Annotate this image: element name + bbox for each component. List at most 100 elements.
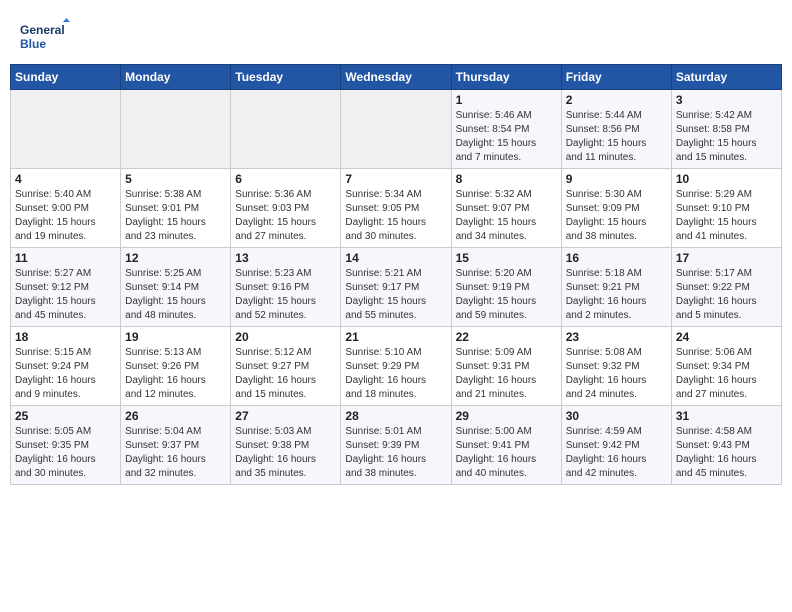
day-number-19: 19 [125,330,226,344]
empty-cell [121,90,231,169]
calendar-day-19: 19 Sunrise: 5:13 AMSunset: 9:26 PMDayligh… [121,327,231,406]
day-info-26: Sunrise: 5:04 AMSunset: 9:37 PMDaylight:… [125,425,226,481]
day-number-20: 20 [235,330,336,344]
header-saturday: Saturday [671,65,781,90]
page-header: General Blue [10,10,782,60]
calendar-day-30: 30 Sunrise: 4:59 AMSunset: 9:42 PMDayligh… [561,406,671,485]
calendar-day-2: 2 Sunrise: 5:44 AMSunset: 8:56 PMDaylight… [561,90,671,169]
day-number-5: 5 [125,172,226,186]
calendar-day-28: 28 Sunrise: 5:01 AMSunset: 9:39 PMDayligh… [341,406,451,485]
day-info-20: Sunrise: 5:12 AMSunset: 9:27 PMDaylight:… [235,346,336,402]
day-info-14: Sunrise: 5:21 AMSunset: 9:17 PMDaylight:… [345,267,446,323]
day-info-11: Sunrise: 5:27 AMSunset: 9:12 PMDaylight:… [15,267,116,323]
day-info-4: Sunrise: 5:40 AMSunset: 9:00 PMDaylight:… [15,188,116,244]
empty-cell [11,90,121,169]
svg-text:General: General [20,23,65,37]
day-number-16: 16 [566,251,667,265]
empty-cell [341,90,451,169]
header-sunday: Sunday [11,65,121,90]
calendar-day-17: 17Sunrise: 5:17 AMSunset: 9:22 PMDayligh… [671,248,781,327]
day-info-18: Sunrise: 5:15 AMSunset: 9:24 PMDaylight:… [15,346,116,402]
day-info-16: Sunrise: 5:18 AMSunset: 9:21 PMDaylight:… [566,267,667,323]
day-info-9: Sunrise: 5:30 AMSunset: 9:09 PMDaylight:… [566,188,667,244]
day-info-29: Sunrise: 5:00 AMSunset: 9:41 PMDaylight:… [456,425,557,481]
calendar-day-11: 11 Sunrise: 5:27 AMSunset: 9:12 PMDayligh… [11,248,121,327]
day-number-7: 7 [345,172,446,186]
day-info-5: Sunrise: 5:38 AMSunset: 9:01 PMDaylight:… [125,188,226,244]
day-number-31: 31 [676,409,777,423]
day-info-30: Sunrise: 4:59 AMSunset: 9:42 PMDaylight:… [566,425,667,481]
day-info-19: Sunrise: 5:13 AMSunset: 9:26 PMDaylight:… [125,346,226,402]
day-number-14: 14 [345,251,446,265]
calendar-day-12: 12Sunrise: 5:25 AMSunset: 9:14 PMDayligh… [121,248,231,327]
day-info-27: Sunrise: 5:03 AMSunset: 9:38 PMDaylight:… [235,425,336,481]
calendar-day-29: 29Sunrise: 5:00 AMSunset: 9:41 PMDayligh… [451,406,561,485]
header-friday: Friday [561,65,671,90]
day-number-4: 4 [15,172,116,186]
day-info-2: Sunrise: 5:44 AMSunset: 8:56 PMDaylight:… [566,109,667,165]
header-tuesday: Tuesday [231,65,341,90]
calendar-day-23: 23Sunrise: 5:08 AMSunset: 9:32 PMDayligh… [561,327,671,406]
day-info-3: Sunrise: 5:42 AMSunset: 8:58 PMDaylight:… [676,109,777,165]
day-info-15: Sunrise: 5:20 AMSunset: 9:19 PMDaylight:… [456,267,557,323]
header-wednesday: Wednesday [341,65,451,90]
day-number-12: 12 [125,251,226,265]
day-number-25: 25 [15,409,116,423]
calendar-day-7: 7Sunrise: 5:34 AMSunset: 9:05 PMDaylight… [341,169,451,248]
calendar-day-5: 5 Sunrise: 5:38 AMSunset: 9:01 PMDaylight… [121,169,231,248]
day-number-11: 11 [15,251,116,265]
calendar-day-21: 21 Sunrise: 5:10 AMSunset: 9:29 PMDayligh… [341,327,451,406]
day-info-22: Sunrise: 5:09 AMSunset: 9:31 PMDaylight:… [456,346,557,402]
calendar-day-22: 22 Sunrise: 5:09 AMSunset: 9:31 PMDayligh… [451,327,561,406]
day-number-24: 24 [676,330,777,344]
calendar-week-4: 18Sunrise: 5:15 AMSunset: 9:24 PMDayligh… [11,327,782,406]
day-number-2: 2 [566,93,667,107]
logo: General Blue [20,18,70,56]
calendar-week-1: 1 Sunrise: 5:46 AMSunset: 8:54 PMDaylight… [11,90,782,169]
calendar-day-14: 14 Sunrise: 5:21 AMSunset: 9:17 PMDayligh… [341,248,451,327]
day-number-9: 9 [566,172,667,186]
day-number-8: 8 [456,172,557,186]
day-info-13: Sunrise: 5:23 AMSunset: 9:16 PMDaylight:… [235,267,336,323]
calendar-day-31: 31Sunrise: 4:58 AMSunset: 9:43 PMDayligh… [671,406,781,485]
day-number-21: 21 [345,330,446,344]
header-thursday: Thursday [451,65,561,90]
day-number-27: 27 [235,409,336,423]
calendar-week-2: 4 Sunrise: 5:40 AMSunset: 9:00 PMDaylight… [11,169,782,248]
calendar-day-18: 18Sunrise: 5:15 AMSunset: 9:24 PMDayligh… [11,327,121,406]
calendar-day-10: 10 Sunrise: 5:29 AMSunset: 9:10 PMDayligh… [671,169,781,248]
day-info-25: Sunrise: 5:05 AMSunset: 9:35 PMDaylight:… [15,425,116,481]
day-number-22: 22 [456,330,557,344]
day-number-15: 15 [456,251,557,265]
day-number-10: 10 [676,172,777,186]
day-info-8: Sunrise: 5:32 AMSunset: 9:07 PMDaylight:… [456,188,557,244]
calendar-week-3: 11 Sunrise: 5:27 AMSunset: 9:12 PMDayligh… [11,248,782,327]
header-monday: Monday [121,65,231,90]
calendar-day-4: 4 Sunrise: 5:40 AMSunset: 9:00 PMDaylight… [11,169,121,248]
day-number-23: 23 [566,330,667,344]
calendar-header-row: SundayMondayTuesdayWednesdayThursdayFrid… [11,65,782,90]
calendar-day-6: 6Sunrise: 5:36 AMSunset: 9:03 PMDaylight… [231,169,341,248]
calendar-day-27: 27 Sunrise: 5:03 AMSunset: 9:38 PMDayligh… [231,406,341,485]
day-number-17: 17 [676,251,777,265]
calendar-day-13: 13Sunrise: 5:23 AMSunset: 9:16 PMDayligh… [231,248,341,327]
calendar-day-3: 3Sunrise: 5:42 AMSunset: 8:58 PMDaylight… [671,90,781,169]
calendar-day-20: 20 Sunrise: 5:12 AMSunset: 9:27 PMDayligh… [231,327,341,406]
calendar-day-25: 25 Sunrise: 5:05 AMSunset: 9:35 PMDayligh… [11,406,121,485]
calendar-day-8: 8 Sunrise: 5:32 AMSunset: 9:07 PMDaylight… [451,169,561,248]
day-number-1: 1 [456,93,557,107]
calendar-day-9: 9 Sunrise: 5:30 AMSunset: 9:09 PMDaylight… [561,169,671,248]
day-number-26: 26 [125,409,226,423]
calendar-day-15: 15 Sunrise: 5:20 AMSunset: 9:19 PMDayligh… [451,248,561,327]
day-info-28: Sunrise: 5:01 AMSunset: 9:39 PMDaylight:… [345,425,446,481]
day-number-28: 28 [345,409,446,423]
day-info-1: Sunrise: 5:46 AMSunset: 8:54 PMDaylight:… [456,109,557,165]
empty-cell [231,90,341,169]
logo-svg: General Blue [20,18,70,56]
calendar-table: SundayMondayTuesdayWednesdayThursdayFrid… [10,64,782,485]
day-info-10: Sunrise: 5:29 AMSunset: 9:10 PMDaylight:… [676,188,777,244]
calendar-day-1: 1 Sunrise: 5:46 AMSunset: 8:54 PMDaylight… [451,90,561,169]
day-number-30: 30 [566,409,667,423]
day-info-21: Sunrise: 5:10 AMSunset: 9:29 PMDaylight:… [345,346,446,402]
calendar-day-24: 24Sunrise: 5:06 AMSunset: 9:34 PMDayligh… [671,327,781,406]
